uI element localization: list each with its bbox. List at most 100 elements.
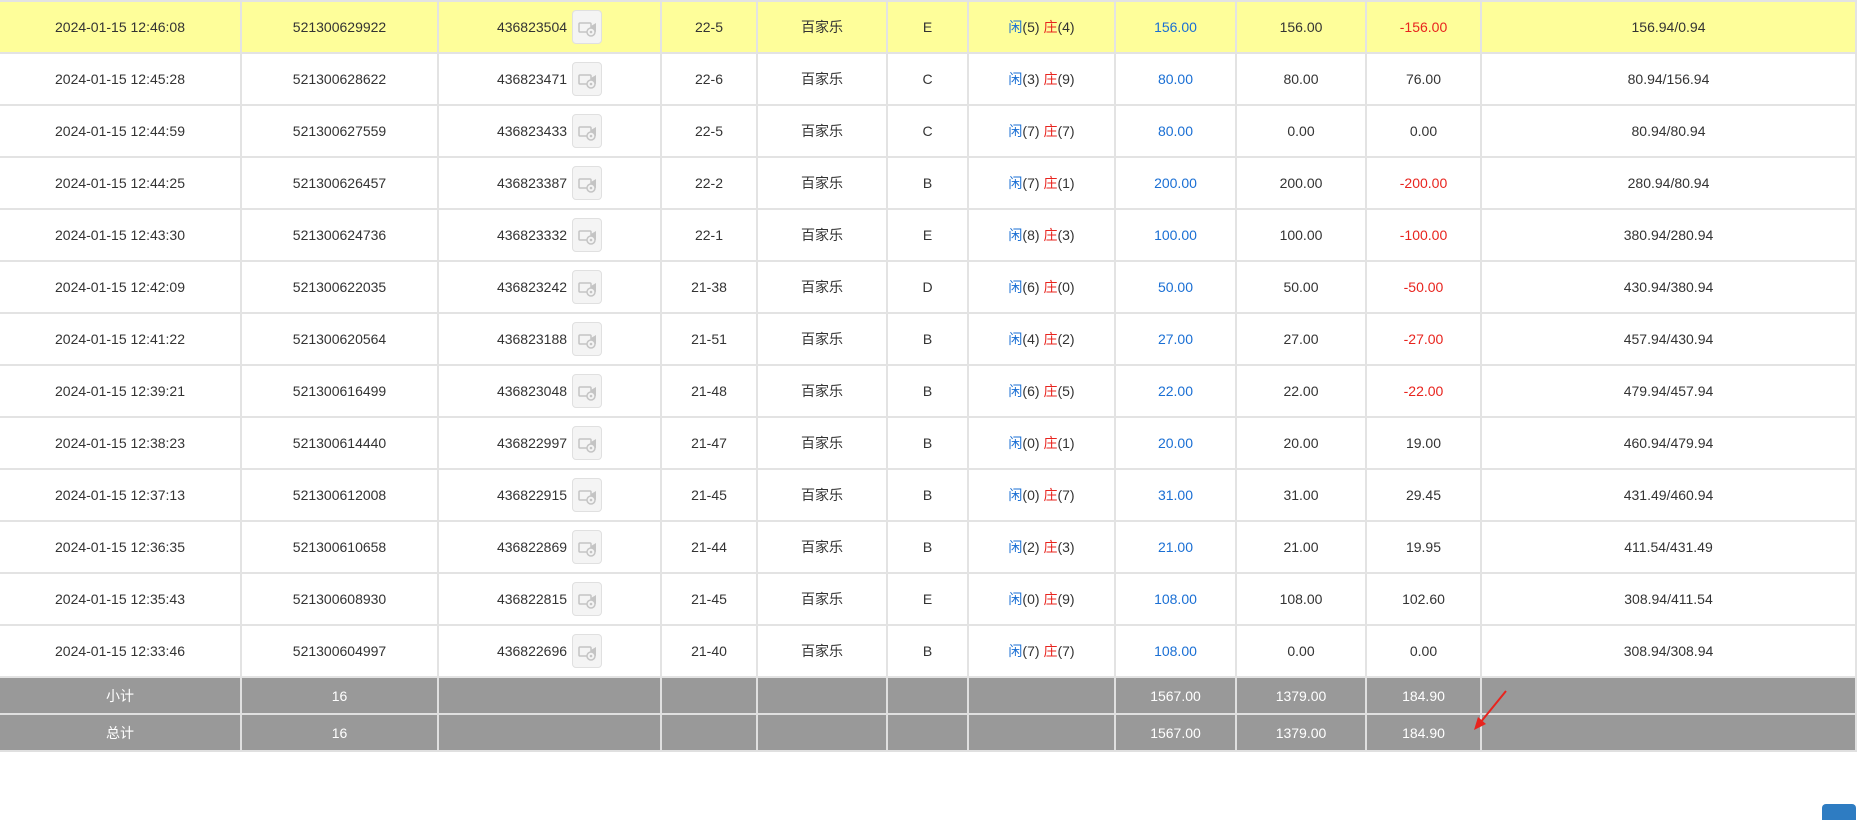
cell-game-number: 436823433 bbox=[437, 104, 662, 158]
empty-cell bbox=[1480, 676, 1857, 715]
total-row: 总计 16 1567.00 1379.00 184.90 bbox=[0, 713, 1857, 752]
cell-bet-amount: 20.00 bbox=[1114, 416, 1237, 470]
banker-label: 庄 bbox=[1043, 279, 1058, 295]
cell-time: 2024-01-15 12:41:22 bbox=[0, 312, 242, 366]
banker-label: 庄 bbox=[1043, 227, 1058, 243]
empty-cell bbox=[967, 676, 1116, 715]
video-replay-icon[interactable] bbox=[572, 62, 603, 96]
table-row: 2024-01-15 12:42:09 521300622035 4368232… bbox=[0, 260, 1857, 314]
empty-cell bbox=[660, 713, 758, 752]
game-number: 436822915 bbox=[496, 487, 568, 503]
cell-bet: B bbox=[886, 520, 969, 574]
cell-win-loss: -22.00 bbox=[1365, 364, 1482, 418]
cell-time: 2024-01-15 12:36:35 bbox=[0, 520, 242, 574]
cell-win-loss: -50.00 bbox=[1365, 260, 1482, 314]
cell-order-number: 521300608930 bbox=[240, 572, 439, 626]
subtotal-valid: 1379.00 bbox=[1235, 676, 1367, 715]
video-replay-icon[interactable] bbox=[572, 218, 603, 252]
corner-button[interactable] bbox=[1822, 804, 1856, 820]
video-replay-icon[interactable] bbox=[572, 10, 603, 44]
cell-game-type: 百家乐 bbox=[756, 52, 888, 106]
cell-win-loss: -27.00 bbox=[1365, 312, 1482, 366]
cell-win-loss: 76.00 bbox=[1365, 52, 1482, 106]
cell-game-type: 百家乐 bbox=[756, 468, 888, 522]
total-label: 总计 bbox=[0, 713, 242, 752]
cell-bet-amount: 156.00 bbox=[1114, 0, 1237, 54]
banker-label: 庄 bbox=[1043, 19, 1058, 35]
cell-time: 2024-01-15 12:46:08 bbox=[0, 0, 242, 54]
video-replay-icon[interactable] bbox=[572, 478, 603, 512]
cell-bet-amount: 200.00 bbox=[1114, 156, 1237, 210]
banker-label: 庄 bbox=[1043, 487, 1058, 503]
cell-win-loss: 19.95 bbox=[1365, 520, 1482, 574]
game-number: 436822696 bbox=[496, 643, 568, 659]
table-row: 2024-01-15 12:44:59 521300627559 4368234… bbox=[0, 104, 1857, 158]
player-points: (0) bbox=[1022, 591, 1040, 607]
video-replay-icon[interactable] bbox=[572, 530, 603, 564]
cell-table: 21-38 bbox=[660, 260, 758, 314]
cell-game-number: 436823387 bbox=[437, 156, 662, 210]
video-replay-icon[interactable] bbox=[572, 114, 603, 148]
cell-valid-bet: 20.00 bbox=[1235, 416, 1367, 470]
cell-bet: C bbox=[886, 52, 969, 106]
cell-valid-bet: 0.00 bbox=[1235, 104, 1367, 158]
video-replay-icon[interactable] bbox=[572, 634, 603, 668]
cell-bet: E bbox=[886, 208, 969, 262]
table-row: 2024-01-15 12:35:43 521300608930 4368228… bbox=[0, 572, 1857, 626]
summary-body: 小计 16 1567.00 1379.00 184.90 总计 16 1567.… bbox=[0, 676, 1857, 752]
cell-result: 闲(0) 庄(7) bbox=[967, 468, 1116, 522]
cell-order-number: 521300627559 bbox=[240, 104, 439, 158]
player-points: (6) bbox=[1022, 383, 1040, 399]
cell-table: 21-48 bbox=[660, 364, 758, 418]
banker-points: (9) bbox=[1057, 71, 1075, 87]
total-count: 16 bbox=[240, 713, 439, 752]
cell-balance: 411.54/431.49 bbox=[1480, 520, 1857, 574]
video-replay-icon[interactable] bbox=[572, 374, 603, 408]
video-replay-icon[interactable] bbox=[572, 426, 603, 460]
cell-game-type: 百家乐 bbox=[756, 416, 888, 470]
banker-label: 庄 bbox=[1043, 591, 1058, 607]
player-points: (0) bbox=[1022, 435, 1040, 451]
table-row: 2024-01-15 12:33:46 521300604997 4368226… bbox=[0, 624, 1857, 678]
cell-bet-amount: 31.00 bbox=[1114, 468, 1237, 522]
cell-game-number: 436822696 bbox=[437, 624, 662, 678]
cell-bet-amount: 27.00 bbox=[1114, 312, 1237, 366]
table-row: 2024-01-15 12:41:22 521300620564 4368231… bbox=[0, 312, 1857, 366]
cell-table: 21-47 bbox=[660, 416, 758, 470]
cell-win-loss: 29.45 bbox=[1365, 468, 1482, 522]
player-points: (4) bbox=[1022, 331, 1040, 347]
cell-game-number: 436823242 bbox=[437, 260, 662, 314]
player-label: 闲 bbox=[1008, 123, 1023, 139]
table-row: 2024-01-15 12:36:35 521300610658 4368228… bbox=[0, 520, 1857, 574]
video-replay-icon[interactable] bbox=[572, 270, 603, 304]
banker-label: 庄 bbox=[1043, 643, 1058, 659]
banker-points: (7) bbox=[1057, 487, 1075, 503]
cell-win-loss: -156.00 bbox=[1365, 0, 1482, 54]
cell-valid-bet: 156.00 bbox=[1235, 0, 1367, 54]
player-points: (6) bbox=[1022, 279, 1040, 295]
cell-order-number: 521300610658 bbox=[240, 520, 439, 574]
video-replay-icon[interactable] bbox=[572, 166, 603, 200]
cell-table: 22-6 bbox=[660, 52, 758, 106]
cell-table: 21-45 bbox=[660, 572, 758, 626]
cell-bet: E bbox=[886, 0, 969, 54]
empty-cell bbox=[886, 713, 969, 752]
cell-win-loss: 0.00 bbox=[1365, 104, 1482, 158]
cell-game-number: 436822815 bbox=[437, 572, 662, 626]
banker-points: (3) bbox=[1057, 227, 1075, 243]
cell-time: 2024-01-15 12:42:09 bbox=[0, 260, 242, 314]
cell-time: 2024-01-15 12:45:28 bbox=[0, 52, 242, 106]
game-number: 436823188 bbox=[496, 331, 568, 347]
table-row: 2024-01-15 12:37:13 521300612008 4368229… bbox=[0, 468, 1857, 522]
subtotal-row: 小计 16 1567.00 1379.00 184.90 bbox=[0, 676, 1857, 715]
cell-time: 2024-01-15 12:43:30 bbox=[0, 208, 242, 262]
total-winloss: 184.90 bbox=[1365, 713, 1482, 752]
empty-cell bbox=[886, 676, 969, 715]
cell-bet-amount: 108.00 bbox=[1114, 572, 1237, 626]
player-points: (0) bbox=[1022, 487, 1040, 503]
subtotal-count: 16 bbox=[240, 676, 439, 715]
video-replay-icon[interactable] bbox=[572, 322, 603, 356]
video-replay-icon[interactable] bbox=[572, 582, 603, 616]
cell-order-number: 521300628622 bbox=[240, 52, 439, 106]
game-number: 436822815 bbox=[496, 591, 568, 607]
